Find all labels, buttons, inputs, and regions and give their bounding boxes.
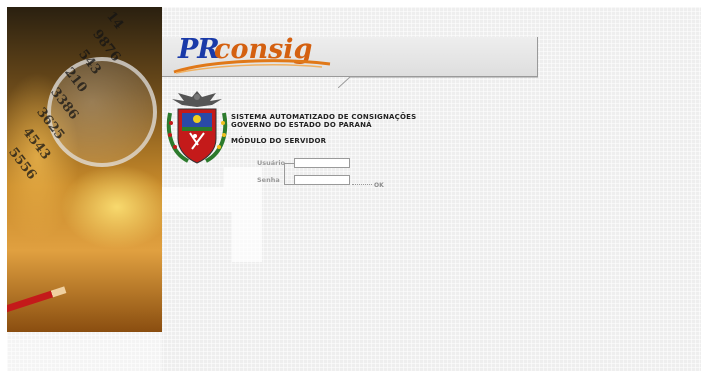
ok-leader-dots [352, 184, 372, 185]
ok-button[interactable]: OK [374, 182, 384, 189]
parana-coat-of-arms-icon [166, 91, 228, 164]
page-background: 14 9876 543 210 3386 3625 4543 5556 PR c… [7, 7, 701, 371]
system-title: SISTEMA AUTOMATIZADO DE CONSIGNAÇÕES [231, 113, 417, 121]
password-input[interactable] [294, 175, 350, 185]
module-title: MÓDULO DO SERVIDOR [231, 137, 327, 145]
pencil-image [7, 286, 67, 315]
user-input[interactable] [294, 158, 350, 168]
logo-swoosh-icon [173, 59, 331, 74]
side-banner-photo: 14 9876 543 210 3386 3625 4543 5556 [7, 7, 162, 332]
government-title: GOVERNO DO ESTADO DO PARANÁ [231, 121, 372, 129]
background-arrow-graphic [162, 167, 262, 262]
banner-number: 14 [103, 9, 127, 33]
header-band-edge [338, 76, 538, 88]
prconsig-logo: PR consig [172, 34, 332, 74]
banner-footer-band [7, 332, 162, 371]
user-label: Usuário [257, 159, 286, 167]
password-label: Senha [257, 176, 280, 184]
